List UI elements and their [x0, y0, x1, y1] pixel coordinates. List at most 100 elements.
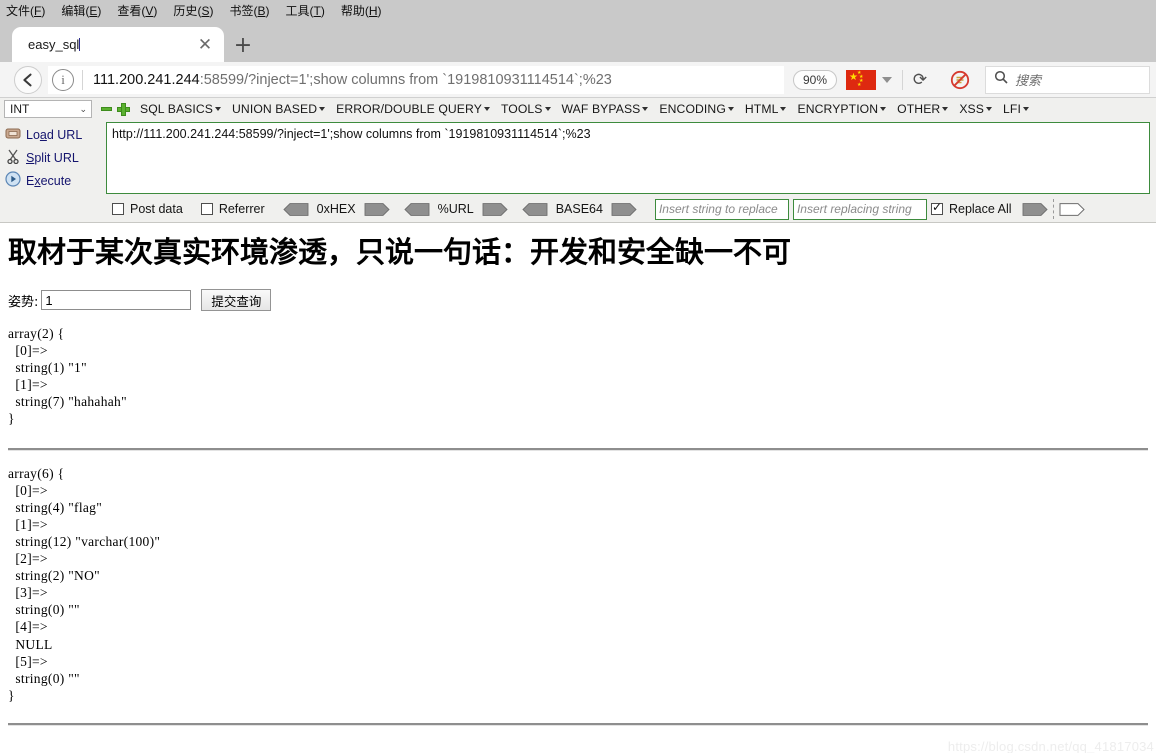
watermark: https://blog.csdn.net/qq_41817034 [947, 739, 1154, 753]
hackbar-panel: INT ⌄ SQL BASICS UNION BASED ERROR/DOUBL… [0, 98, 1156, 223]
execute-label: Execute [26, 173, 72, 188]
hackbar-menu-html[interactable]: HTML [745, 102, 787, 116]
menu-item-help[interactable]: 帮助(H) [341, 2, 382, 19]
hackbar-main-row: Load URL Split URL Execute http://111.20… [0, 120, 1156, 196]
hackbar-menu-lfi[interactable]: LFI [1003, 102, 1029, 116]
replace-revert-button[interactable] [1059, 202, 1085, 216]
hex-label: 0xHEX [316, 202, 356, 216]
submit-query-button[interactable]: 提交查询 [201, 289, 272, 311]
hackbar-menu-other[interactable]: OTHER [897, 102, 949, 116]
chevron-down-icon: ⌄ [79, 103, 87, 114]
chevron-down-icon [1022, 107, 1029, 111]
url-textarea[interactable]: http://111.200.241.244:58599/?inject=1';… [106, 122, 1150, 194]
menu-item-tools[interactable]: 工具(T) [285, 2, 324, 19]
chevron-down-icon[interactable] [882, 76, 892, 83]
site-info-icon[interactable]: i [52, 68, 74, 91]
close-icon[interactable]: ✕ [192, 32, 218, 58]
right-arrow-glyph [611, 202, 637, 216]
menu-item-history[interactable]: 历史(S) [173, 2, 213, 19]
replace-all-option[interactable]: Replace All [930, 200, 1012, 216]
encode-url-button[interactable] [482, 202, 508, 216]
right-arrow-glyph [482, 202, 508, 216]
encode-base64-button[interactable] [611, 202, 637, 216]
replace-apply-button[interactable] [1022, 202, 1048, 216]
post-data-option[interactable]: Post data [112, 202, 183, 216]
search-icon [994, 70, 1008, 89]
execute-button[interactable]: Execute [0, 169, 106, 192]
hackbar-menu-encryption[interactable]: ENCRYPTION [797, 102, 887, 116]
hackbar-menu-tools[interactable]: TOOLS [501, 102, 551, 116]
address-bar[interactable]: i 111.200.241.244:58599/?inject=1';show … [48, 65, 784, 94]
right-arrow-glyph [364, 202, 390, 216]
tab-strip: easy_sql ✕ + [0, 20, 1156, 62]
url-host: 111.200.241.244 [93, 71, 200, 88]
right-arrow-glyph [1022, 202, 1048, 216]
referrer-option[interactable]: Referrer [200, 202, 265, 216]
load-url-button[interactable]: Load URL [0, 123, 106, 146]
hackbar-menu-union-based[interactable]: UNION BASED [232, 102, 326, 116]
var-dump-second: array(6) { [0]=> string(4) "flag" [1]=> … [8, 465, 161, 703]
decode-hex-button[interactable] [283, 202, 309, 216]
encode-hex-button[interactable] [364, 202, 390, 216]
hackbar-menu-encoding[interactable]: ENCODING [659, 102, 734, 116]
browser-chrome: 文件(F) 编辑(E) 查看(V) 历史(S) 书签(B) 工具(T) 帮助(H… [0, 0, 1156, 98]
menu-item-file[interactable]: 文件(F) [6, 2, 45, 19]
chevron-down-icon [942, 107, 949, 111]
hackbar-actions: Load URL Split URL Execute [0, 120, 106, 196]
tab-text-caret [79, 38, 81, 51]
split-url-label: Split URL [26, 150, 79, 165]
url-encode-label: %URL [437, 202, 474, 216]
chevron-down-icon [319, 107, 326, 111]
content-divider-1 [8, 447, 1148, 451]
replace-all-checkbox[interactable] [930, 200, 943, 215]
hackbar-menu-sql-basics[interactable]: SQL BASICS [140, 102, 222, 116]
address-divider [82, 69, 83, 90]
plus-icon[interactable] [117, 102, 130, 116]
base64-label: BASE64 [555, 202, 603, 216]
noscript-glyph [950, 70, 970, 89]
chevron-down-icon [880, 107, 887, 111]
play-circle-glyph [5, 171, 21, 187]
left-arrow-glyph [522, 202, 548, 216]
query-input[interactable]: 1 [41, 290, 192, 310]
hackbar-menu-error-double-query[interactable]: ERROR/DOUBLE QUERY [336, 102, 490, 116]
reload-icon[interactable]: ⟳ [905, 66, 935, 94]
encoder-url: %URL [403, 202, 508, 216]
page-title: 取材于某次真实环境渗透，只说一句话：开发和安全缺一不可 [8, 235, 792, 269]
options-divider [1052, 199, 1054, 219]
menu-item-view[interactable]: 查看(V) [117, 2, 157, 19]
type-select-value: INT [10, 102, 30, 116]
new-tab-icon[interactable]: + [232, 35, 254, 58]
split-url-button[interactable]: Split URL [0, 146, 106, 169]
referrer-label: Referrer [218, 202, 265, 216]
replace-search-input[interactable]: Insert string to replace [654, 198, 789, 220]
post-data-label: Post data [130, 202, 183, 216]
menu-item-bookmarks[interactable]: 书签(B) [229, 2, 269, 19]
china-flag-icon[interactable]: ★ ★ ★ ★ ★ [846, 69, 876, 90]
search-placeholder: 搜索 [1015, 73, 1042, 88]
post-data-checkbox[interactable] [112, 203, 124, 215]
scissors-glyph [7, 149, 19, 164]
hackbar-menu-xss[interactable]: XSS [959, 102, 993, 116]
left-arrow-glyph [403, 202, 430, 216]
chevron-down-icon [215, 107, 222, 111]
referrer-checkbox[interactable] [200, 203, 213, 215]
decode-base64-button[interactable] [522, 202, 548, 216]
hackbar-menu-waf-bypass[interactable]: WAF BYPASS [562, 102, 649, 116]
search-box[interactable]: 搜索 [985, 65, 1150, 94]
replace-with-input[interactable]: Insert replacing string [792, 198, 927, 220]
zoom-level-badge[interactable]: 90% [792, 69, 837, 90]
content-divider-2 [8, 722, 1148, 726]
back-button[interactable] [14, 65, 42, 94]
minus-icon[interactable] [101, 107, 112, 111]
load-url-label: Load URL [26, 127, 83, 142]
hackbar-menu-row: INT ⌄ SQL BASICS UNION BASED ERROR/DOUBL… [0, 98, 1156, 120]
url-path: :58599/?inject=1';show columns from `191… [199, 71, 612, 88]
menu-item-edit[interactable]: 编辑(E) [61, 2, 101, 19]
chevron-down-icon [544, 107, 551, 111]
type-select[interactable]: INT ⌄ [4, 100, 92, 118]
magnifier-glyph [994, 70, 1008, 84]
decode-url-button[interactable] [403, 202, 430, 216]
noscript-icon[interactable] [945, 66, 975, 94]
tab-easy-sql[interactable]: easy_sql ✕ [12, 27, 224, 62]
